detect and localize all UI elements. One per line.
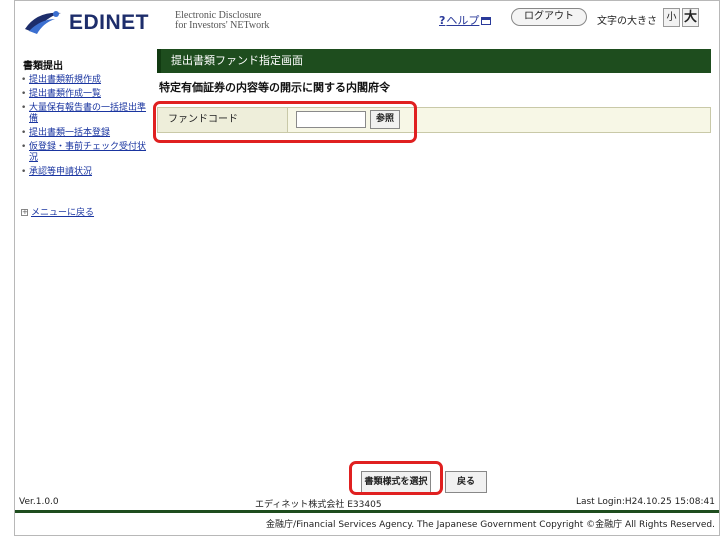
company-label: エディネット株式会社 E33405: [255, 500, 382, 510]
back-button[interactable]: 戻る: [445, 471, 487, 493]
footer-divider: [15, 510, 719, 513]
logo-text: EDINET: [69, 11, 150, 34]
sidebar-item-precheck-status[interactable]: 仮登録・事前チェック受付状況: [21, 142, 151, 164]
fund-code-input[interactable]: [296, 111, 366, 128]
logout-label: ログアウト: [524, 11, 574, 22]
page-subtitle: 特定有価証券の内容等の開示に関する内閣府令: [159, 81, 390, 94]
reference-button[interactable]: 参照: [370, 110, 400, 129]
logout-button[interactable]: ログアウト: [511, 8, 587, 26]
select-form-button[interactable]: 書類様式を選択: [361, 471, 431, 493]
help-label: ヘルプ: [446, 14, 480, 27]
sidebar-item-approval-status[interactable]: 承認等申請状況: [21, 167, 151, 178]
font-small-button[interactable]: 小: [663, 8, 680, 27]
expand-icon: +: [21, 208, 28, 216]
logo-subtitle: Electronic Disclosure for Investors' NET…: [175, 10, 270, 31]
new-window-icon: [481, 17, 492, 25]
font-size-label: 文字の大きさ: [597, 16, 657, 27]
edinet-logo-icon: [25, 11, 61, 34]
header: EDINET Electronic Disclosure for Investo…: [15, 1, 719, 41]
sidebar-menu: 提出書類新規作成 提出書類作成一覧 大量保有報告書の一括提出準備 提出書類一括本…: [21, 75, 151, 181]
sidebar-item-new-document[interactable]: 提出書類新規作成: [21, 75, 151, 86]
app-window: EDINET Electronic Disclosure for Investo…: [14, 0, 720, 536]
back-to-menu-link[interactable]: + メニューに戻る: [21, 205, 94, 218]
sidebar: 書類提出 提出書類新規作成 提出書類作成一覧 大量保有報告書の一括提出準備 提出…: [15, 45, 153, 465]
last-login-label: Last Login:H24.10.25 15:08:41: [575, 497, 715, 507]
help-link[interactable]: ?ヘルプ: [439, 12, 492, 28]
sidebar-item-bulk-registration[interactable]: 提出書類一括本登録: [21, 128, 151, 139]
page-title: 提出書類ファンド指定画面: [157, 49, 711, 73]
font-large-button[interactable]: 大: [682, 8, 699, 27]
sidebar-item-bulk-holding-report[interactable]: 大量保有報告書の一括提出準備: [21, 103, 151, 125]
version-label: Ver.1.0.0: [19, 497, 59, 507]
help-question-icon: ?: [439, 14, 446, 27]
copyright-text: 金融庁/Financial Services Agency. The Japan…: [266, 520, 715, 530]
sidebar-title: 書類提出: [23, 61, 63, 72]
status-bar: Ver.1.0.0 エディネット株式会社 E33405 Last Login:H…: [15, 495, 719, 511]
sidebar-item-document-list[interactable]: 提出書類作成一覧: [21, 89, 151, 100]
fund-code-label: ファンドコード: [158, 108, 288, 132]
fund-code-row: ファンドコード 参照: [157, 107, 711, 133]
